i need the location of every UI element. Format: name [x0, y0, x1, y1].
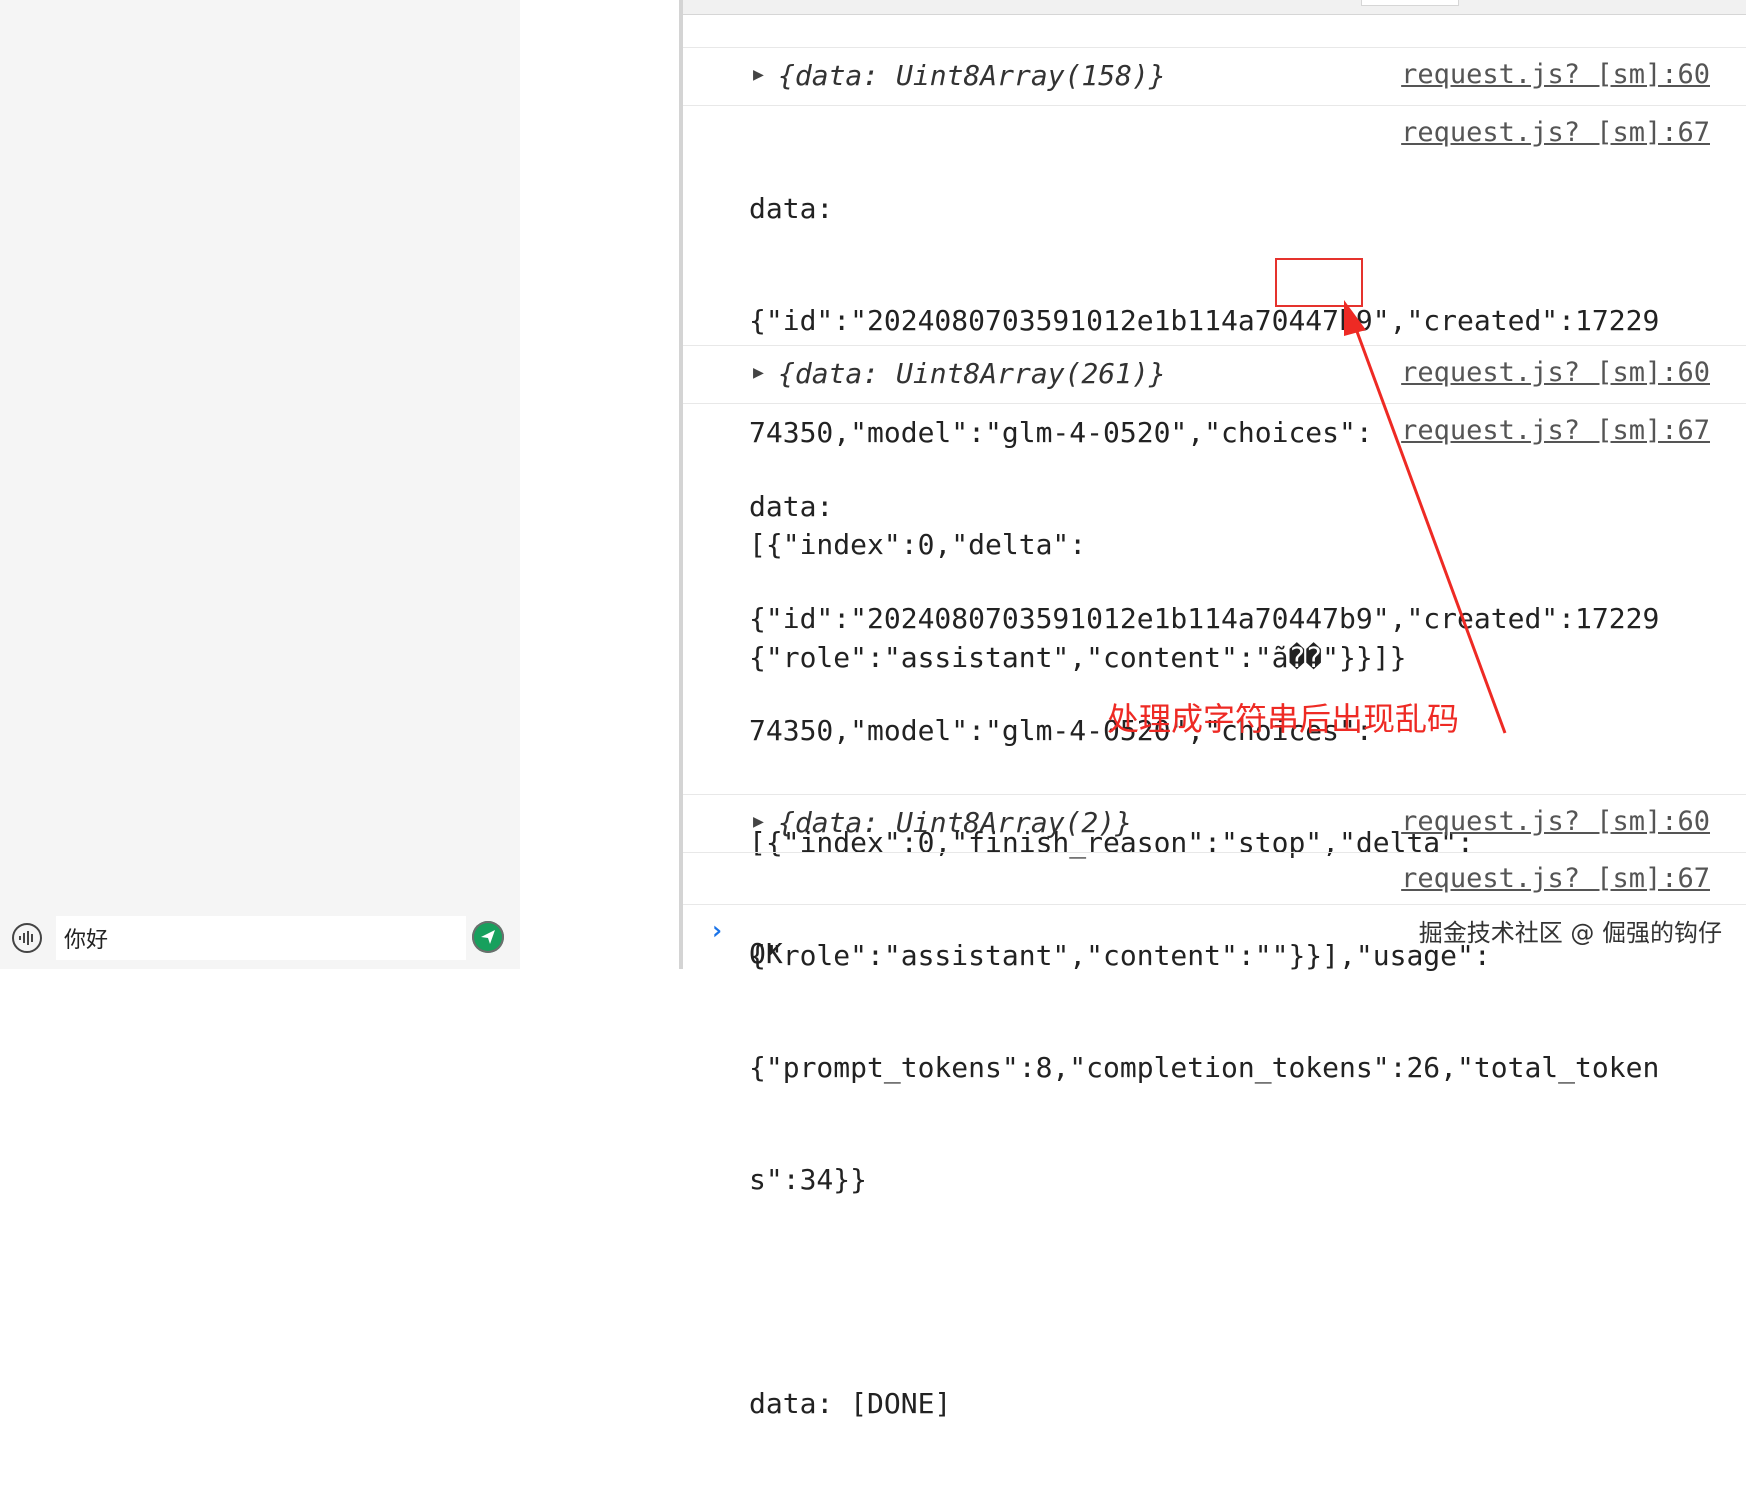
highlight-box	[1275, 258, 1363, 307]
log-line: data: [DONE]	[749, 1387, 952, 1421]
console-log-text: OK	[749, 860, 850, 1047]
app-preview-pane	[0, 0, 520, 969]
log-line: {"id":"2024080703591012e1b114a70447b9","…	[749, 304, 1660, 338]
log-line: {"id":"2024080703591012e1b114a70447b9","…	[749, 602, 1660, 636]
log-line: {"prompt_tokens":8,"completion_tokens":2…	[749, 1050, 1660, 1084]
expand-triangle-icon[interactable]: ▶	[753, 811, 764, 832]
console-object-text: {data: Uint8Array(261)}	[778, 357, 1166, 390]
log-line: data:	[749, 489, 834, 523]
expand-triangle-icon[interactable]: ▶	[753, 362, 764, 383]
console-object-text: {data: Uint8Array(2)}	[778, 806, 1133, 839]
console-entry-object[interactable]: ▶ {data: Uint8Array(158)} request.js? [s…	[683, 47, 1746, 106]
console-entry-log: request.js? [sm]:67 OK	[683, 852, 1746, 970]
annotation-text: 处理成字符串后出现乱码	[1107, 700, 1460, 738]
preview-gap	[520, 0, 680, 969]
voice-wave-icon[interactable]	[12, 923, 42, 953]
console-entry-log: request.js? [sm]:67 data: {"id":"2024080…	[683, 105, 1746, 674]
console-source-link[interactable]: request.js? [sm]:60	[1401, 357, 1710, 388]
send-icon[interactable]	[472, 921, 504, 953]
console-toolbar-tab[interactable]	[1361, 0, 1459, 6]
log-line: OK	[749, 936, 783, 970]
console-source-link[interactable]: request.js? [sm]:67	[1401, 863, 1710, 894]
watermark: 掘金技术社区 @ 倔强的钩仔	[1418, 919, 1722, 947]
console-blank-row	[683, 14, 1746, 48]
console-source-link[interactable]: request.js? [sm]:60	[1401, 59, 1710, 90]
chat-message-input[interactable]	[56, 916, 466, 960]
console-log-text: data: {"id":"2024080703591012e1b114a7044…	[749, 413, 1659, 1497]
console-prompt-chevron-icon[interactable]: ›	[709, 916, 725, 946]
log-line: s":34}}	[749, 1163, 868, 1197]
console-source-link[interactable]: request.js? [sm]:60	[1401, 806, 1710, 837]
console-object-text: {data: Uint8Array(158)}	[778, 59, 1166, 92]
console-entry-object[interactable]: ▶ {data: Uint8Array(261)} request.js? [s…	[683, 345, 1746, 404]
devtools-console: ▶ {data: Uint8Array(158)} request.js? [s…	[683, 0, 1746, 1420]
console-entry-object[interactable]: ▶ {data: Uint8Array(2)} request.js? [sm]…	[683, 794, 1746, 853]
console-toolbar	[683, 0, 1746, 15]
expand-triangle-icon[interactable]: ▶	[753, 64, 764, 85]
log-line: data:	[749, 191, 834, 225]
